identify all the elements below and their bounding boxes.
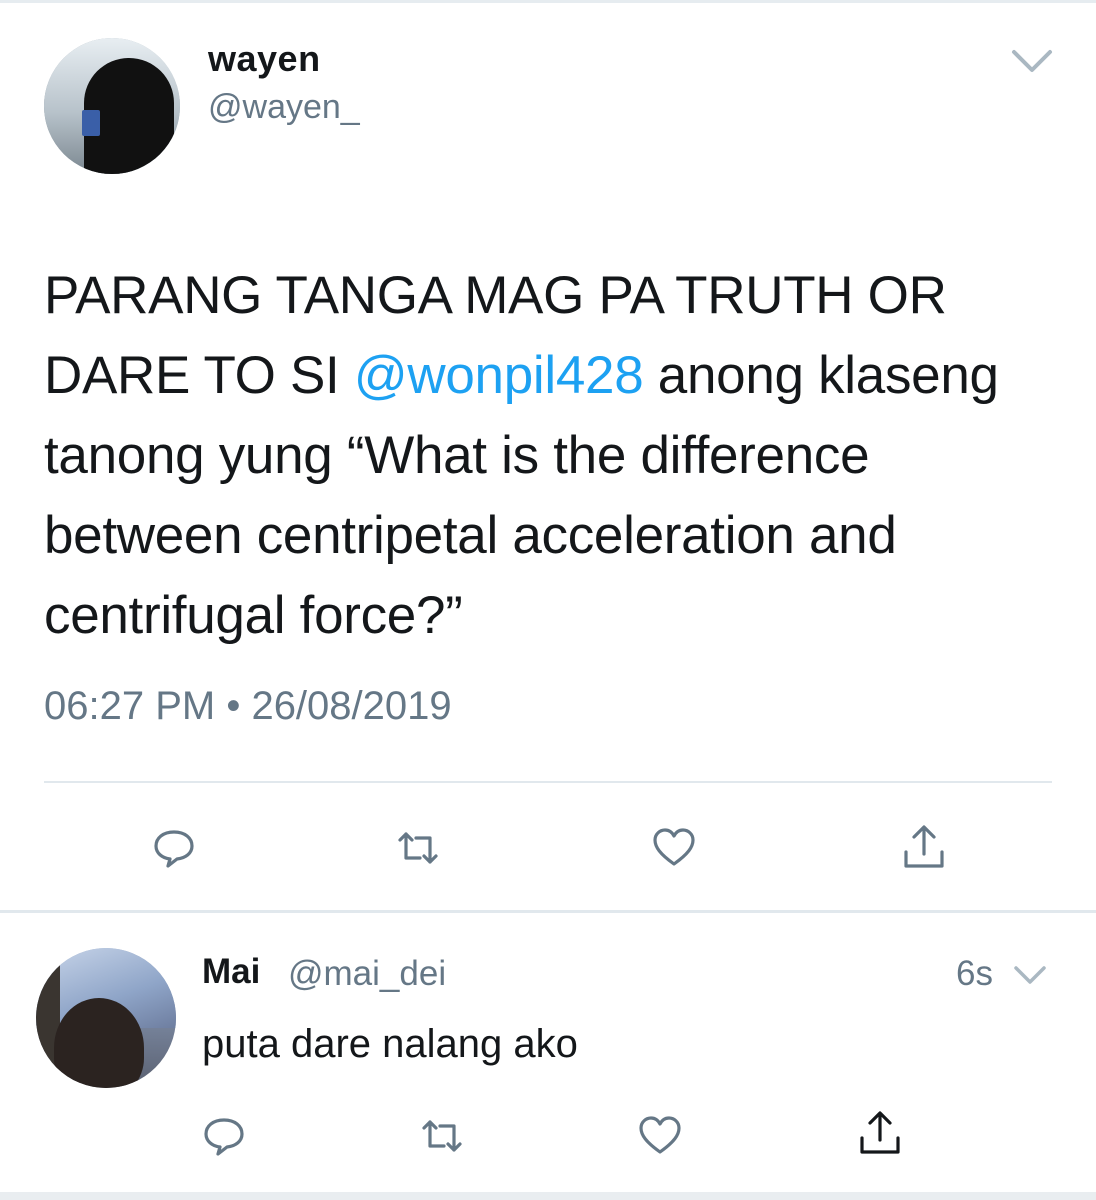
share-icon[interactable]	[900, 822, 948, 870]
avatar-passport	[82, 110, 100, 136]
reply-icon[interactable]	[150, 824, 198, 872]
divider	[44, 781, 1052, 783]
mention-link[interactable]: @wonpil428	[354, 346, 644, 405]
author-handle[interactable]: @wayen_	[208, 88, 360, 127]
reply-handle[interactable]: @mai_dei	[288, 954, 446, 994]
reply-avatar[interactable]	[36, 948, 176, 1088]
tweet-text: PARANG TANGA MAG PA TRUTH OR DARE TO SI …	[44, 256, 1054, 656]
chevron-down-icon[interactable]	[1010, 44, 1054, 76]
retweet-icon[interactable]	[418, 1112, 466, 1160]
heart-icon[interactable]	[636, 1112, 684, 1160]
reply-time[interactable]: 6s	[956, 954, 993, 994]
retweet-icon[interactable]	[394, 824, 442, 872]
main-tweet: wayen @wayen_ PARANG TANGA MAG PA TRUTH …	[0, 0, 1096, 912]
share-icon[interactable]	[856, 1108, 904, 1156]
tweet-timestamp[interactable]: 06:27 PM • 26/08/2019	[44, 684, 452, 729]
author-avatar[interactable]	[44, 38, 180, 174]
reply-icon[interactable]	[200, 1112, 248, 1160]
bottom-edge	[0, 1192, 1096, 1200]
avatar-silhouette	[54, 998, 144, 1088]
reply-text: puta dare nalang ako	[202, 1022, 578, 1066]
heart-icon[interactable]	[650, 824, 698, 872]
reply-display-name[interactable]: Mai	[202, 952, 260, 992]
chevron-down-icon[interactable]	[1012, 962, 1048, 988]
author-display-name[interactable]: wayen	[208, 38, 321, 80]
